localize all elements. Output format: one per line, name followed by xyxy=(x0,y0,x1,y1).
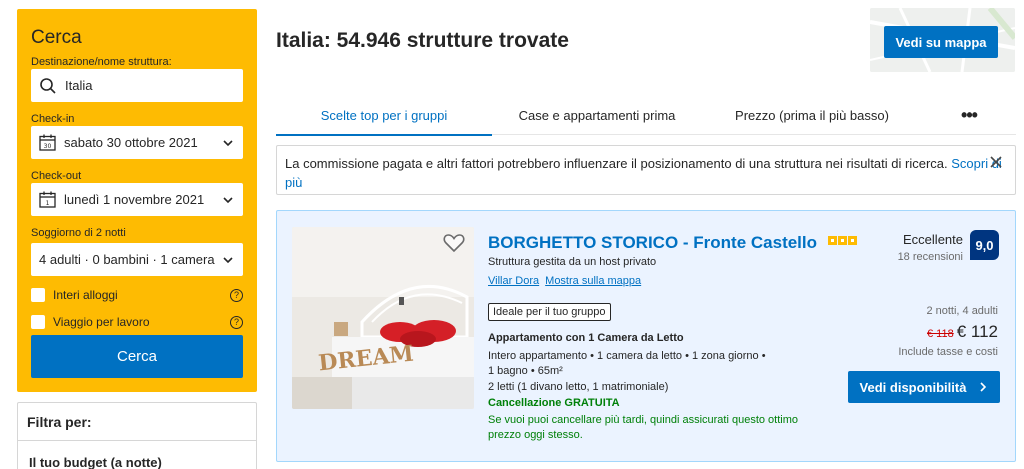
view-on-map-button[interactable]: Vedi su mappa xyxy=(884,26,998,58)
checkout-value: lunedì 1 novembre 2021 xyxy=(64,192,205,207)
rating-label: Eccellente xyxy=(903,232,963,247)
notice-text: La commissione pagata e altri fattori po… xyxy=(285,156,952,171)
original-price: € 118 xyxy=(927,328,954,340)
more-tabs-icon[interactable]: ••• xyxy=(922,95,1016,135)
search-title: Cerca xyxy=(31,27,82,48)
review-score-badge: 9,0 xyxy=(970,230,999,260)
show-on-map-link[interactable]: Mostra sulla mappa xyxy=(545,275,641,287)
room-title: Appartamento con 1 Camera da Letto xyxy=(488,332,684,344)
checkout-label: Check-out xyxy=(31,170,82,182)
location-link[interactable]: Villar Dora xyxy=(488,275,539,287)
group-badge: Ideale per il tuo gruppo xyxy=(488,303,611,321)
search-icon xyxy=(40,77,56,94)
checkin-field[interactable]: 30 sabato 30 ottobre 2021 xyxy=(31,126,243,159)
see-availability-label: Vedi disponibilità xyxy=(859,379,967,395)
page-title: Italia: 54.946 strutture trovate xyxy=(276,29,569,52)
business-travel-option[interactable]: Viaggio per lavoro ? xyxy=(31,311,243,333)
chevron-down-icon xyxy=(223,256,233,263)
chevron-down-icon xyxy=(223,196,233,203)
destination-value: Italia xyxy=(65,78,93,93)
stay-length-label: Soggiorno di 2 notti xyxy=(31,227,126,239)
star-rating xyxy=(828,236,857,245)
help-icon[interactable]: ? xyxy=(230,288,243,302)
checkin-value: sabato 30 ottobre 2021 xyxy=(64,135,198,150)
location-links: Villar Dora Mostra sulla mappa xyxy=(488,275,647,287)
help-icon[interactable]: ? xyxy=(230,315,243,329)
chevron-down-icon xyxy=(223,139,233,146)
star-icon xyxy=(838,236,847,245)
filters-panel: Filtra per: Il tuo budget (a notte) xyxy=(17,402,257,469)
property-name[interactable]: BORGHETTO STORICO - Fronte Castello xyxy=(488,233,817,253)
heart-icon[interactable] xyxy=(443,233,465,253)
guests-value: 4 adulti · 0 bambini · 1 camera xyxy=(39,252,215,267)
host-info: Struttura gestita da un host privato xyxy=(488,256,657,268)
room-beds: 2 letti (1 divano letto, 1 matrimoniale) xyxy=(488,381,669,393)
filters-title: Filtra per: xyxy=(18,403,256,441)
taxes-note: Include tasse e costi xyxy=(898,346,998,358)
star-icon xyxy=(828,236,837,245)
tab-homes-first[interactable]: Case e appartamenti prima xyxy=(492,95,702,135)
tab-price-lowest[interactable]: Prezzo (prima il più basso) xyxy=(702,95,922,135)
destination-input[interactable]: Italia xyxy=(31,69,243,102)
chevron-right-icon xyxy=(980,382,987,392)
checkout-field[interactable]: 1 lunedì 1 novembre 2021 xyxy=(31,183,243,216)
star-icon xyxy=(848,236,857,245)
ranking-notice: La commissione pagata e altri fattori po… xyxy=(276,145,1016,195)
business-travel-label: Viaggio per lavoro xyxy=(53,315,150,329)
business-travel-checkbox[interactable] xyxy=(31,315,45,329)
room-details-1: Intero appartamento • 1 camera da letto … xyxy=(488,350,766,362)
close-icon[interactable] xyxy=(989,155,1003,169)
current-price: € 112 xyxy=(956,322,998,341)
checkin-label: Check-in xyxy=(31,113,75,125)
calendar-icon: 1 xyxy=(39,191,56,208)
sort-tabs: Scelte top per i gruppi Case e appartame… xyxy=(276,95,1016,136)
free-cancellation: Cancellazione GRATUITA xyxy=(488,397,620,409)
search-panel: Cerca Destinazione/nome struttura: Itali… xyxy=(17,9,257,392)
svg-text:1: 1 xyxy=(46,200,50,207)
room-details-2: 1 bagno • 65m² xyxy=(488,365,563,377)
property-card[interactable]: DREAM BORGHETTO STORICO - Fronte Castell… xyxy=(276,210,1016,462)
tab-top-picks-groups[interactable]: Scelte top per i gruppi xyxy=(276,95,492,136)
guests-select[interactable]: 4 adulti · 0 bambini · 1 camera xyxy=(31,243,243,276)
entire-homes-checkbox[interactable] xyxy=(31,288,45,302)
entire-homes-option[interactable]: Interi alloggi ? xyxy=(31,284,243,306)
price: € 118 € 112 xyxy=(927,322,998,342)
destination-label: Destinazione/nome struttura: xyxy=(31,56,172,68)
see-availability-button[interactable]: Vedi disponibilità xyxy=(848,371,1000,403)
property-photo[interactable]: DREAM xyxy=(292,227,474,409)
budget-filter-title: Il tuo budget (a notte) xyxy=(29,455,162,469)
calendar-icon: 30 xyxy=(39,134,56,151)
search-results-page: Cerca Destinazione/nome struttura: Itali… xyxy=(0,0,1024,469)
svg-text:30: 30 xyxy=(44,143,52,150)
entire-homes-label: Interi alloggi xyxy=(53,288,118,302)
search-button[interactable]: Cerca xyxy=(31,335,243,378)
stay-summary: 2 notti, 4 adulti xyxy=(926,305,998,317)
property-image: DREAM xyxy=(292,227,474,409)
review-count: 18 recensioni xyxy=(897,251,963,263)
cancellation-description: Se vuoi puoi cancellare più tardi, quind… xyxy=(488,414,799,441)
